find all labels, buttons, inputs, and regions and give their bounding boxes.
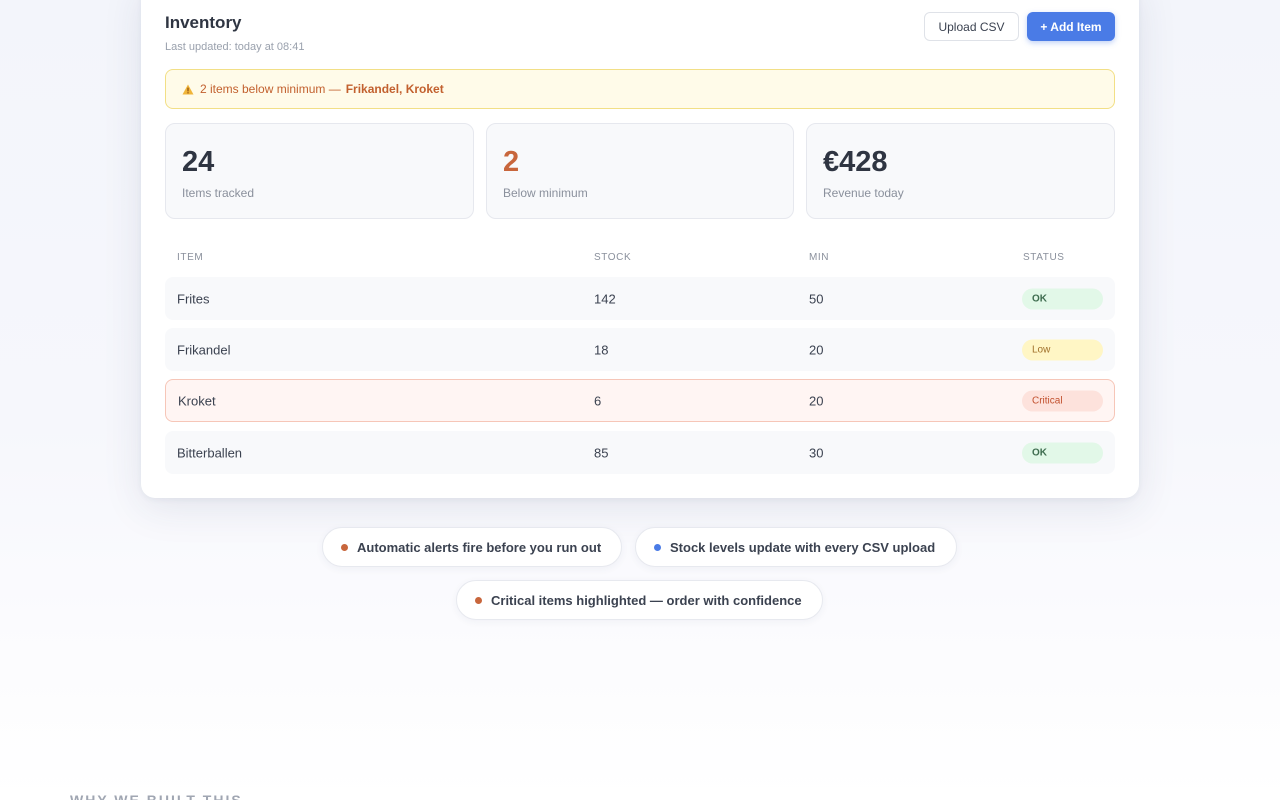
column-header-item[interactable]: ITEM	[177, 252, 203, 263]
stock-value: 85	[594, 445, 609, 460]
min-value: 30	[809, 445, 824, 460]
table-row[interactable]: Bitterballen 85 30 OK	[165, 431, 1115, 474]
stat-value: 2	[503, 146, 520, 178]
item-name: Kroket	[178, 393, 216, 408]
warning-icon	[182, 84, 194, 94]
column-header-min[interactable]: MIN	[809, 252, 829, 263]
stat-label: Revenue today	[823, 186, 904, 200]
stat-value: 24	[182, 146, 215, 178]
feature-text: Automatic alerts fire before you run out	[357, 539, 602, 555]
column-header-status[interactable]: STATUS	[1023, 252, 1065, 263]
stat-card-revenue-today: €428 Revenue today	[806, 123, 1115, 219]
upload-csv-button[interactable]: Upload CSV	[924, 12, 1019, 41]
status-badge: Low	[1022, 339, 1103, 360]
stat-label: Items tracked	[182, 186, 255, 200]
column-header-stock[interactable]: STOCK	[594, 252, 631, 263]
dot-icon	[654, 543, 661, 551]
stat-label: Below minimum	[503, 186, 588, 200]
stock-value: 142	[594, 291, 616, 306]
feature-text: Stock levels update with every CSV uploa…	[670, 539, 936, 555]
page-title: Inventory	[165, 13, 242, 32]
dot-icon	[341, 543, 348, 551]
status-badge: Critical	[1022, 390, 1103, 411]
alert-item-names: Frikandel, Kroket	[345, 82, 444, 96]
section-heading: WHY WE BUILT THIS	[70, 792, 243, 800]
stock-value: 6	[594, 393, 602, 408]
item-name: Frikandel	[177, 342, 231, 357]
feature-text: Critical items highlighted — order with …	[491, 592, 802, 608]
min-value: 20	[809, 393, 824, 408]
item-name: Bitterballen	[177, 445, 243, 460]
table-row[interactable]: Frites 142 50 OK	[165, 277, 1115, 320]
low-stock-alert: 2 items below minimum — Frikandel, Kroke…	[165, 69, 1115, 109]
feature-pill-alerts: Automatic alerts fire before you run out	[322, 527, 622, 567]
table-row[interactable]: Frikandel 18 20 Low	[165, 328, 1115, 371]
last-updated-text: Last updated: today at 08:41	[165, 41, 305, 53]
status-badge: OK	[1022, 442, 1103, 463]
min-value: 50	[809, 291, 824, 306]
add-item-button[interactable]: + Add Item	[1027, 12, 1115, 41]
dot-icon	[475, 596, 482, 604]
stat-value: €428	[823, 146, 888, 178]
feature-pill-critical: Critical items highlighted — order with …	[456, 580, 823, 620]
stock-value: 18	[594, 342, 609, 357]
stat-card-items-tracked: 24 Items tracked	[165, 123, 474, 219]
status-badge: OK	[1022, 288, 1103, 309]
stat-card-below-minimum: 2 Below minimum	[486, 123, 794, 219]
table-row[interactable]: Kroket 6 20 Critical	[165, 379, 1115, 422]
min-value: 20	[809, 342, 824, 357]
alert-text: 2 items below minimum —	[200, 82, 341, 96]
feature-pill-csv: Stock levels update with every CSV uploa…	[635, 527, 957, 567]
item-name: Frites	[177, 291, 210, 306]
